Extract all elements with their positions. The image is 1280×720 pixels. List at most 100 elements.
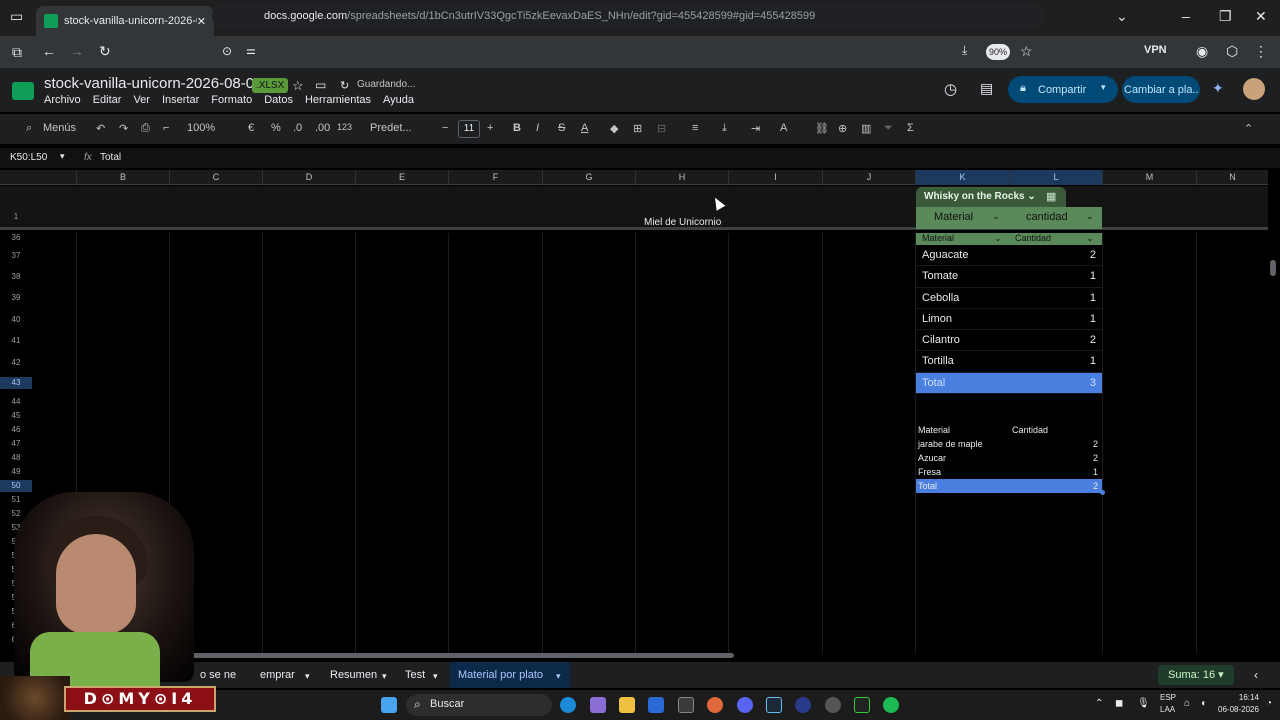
reload-icon[interactable]: ↻ bbox=[99, 43, 111, 60]
chip-dropdown-icon[interactable]: ⌄ bbox=[1027, 191, 1035, 202]
table-name-chip[interactable]: Whisky on the Rocks ⌄ bbox=[916, 187, 1066, 207]
row-header[interactable]: 46 bbox=[0, 425, 32, 434]
sheets-logo-icon[interactable] bbox=[12, 82, 34, 100]
col-dropdown-icon[interactable]: ⌄ bbox=[994, 233, 1002, 244]
number-format[interactable]: 123 bbox=[337, 122, 352, 132]
formula-input[interactable]: Total bbox=[100, 152, 121, 163]
tray-chevron-icon[interactable]: ⌃ bbox=[1095, 698, 1103, 709]
spotify-icon[interactable] bbox=[883, 697, 899, 713]
bold-icon[interactable]: B bbox=[513, 122, 521, 134]
workspace-icon[interactable]: ⧉ bbox=[12, 44, 22, 61]
move-folder-icon[interactable]: ▭ bbox=[315, 78, 326, 92]
tab-dropdown-icon[interactable]: ▾ bbox=[556, 671, 561, 682]
header-cantidad[interactable]: Cantidad bbox=[1015, 233, 1051, 243]
percent-format[interactable]: % bbox=[271, 122, 281, 134]
edge-icon[interactable] bbox=[560, 697, 576, 713]
table-row[interactable]: Cebolla 1 bbox=[916, 288, 1102, 309]
tray-app-icon[interactable]: ◼ bbox=[1115, 698, 1123, 709]
chart-icon[interactable]: ▥ bbox=[861, 122, 871, 135]
windows-start-icon[interactable] bbox=[381, 697, 397, 713]
header-material[interactable]: Material bbox=[918, 425, 950, 435]
close-window-icon[interactable]: ✕ bbox=[1255, 8, 1267, 25]
row-header[interactable]: 48 bbox=[0, 453, 32, 462]
table-options-icon[interactable]: ▦ bbox=[1046, 190, 1056, 203]
row-header[interactable]: 47 bbox=[0, 439, 32, 448]
column-header[interactable]: E bbox=[355, 170, 448, 185]
comment-icon[interactable]: ⊕ bbox=[838, 122, 847, 135]
profile-icon[interactable]: ◉ bbox=[1196, 43, 1208, 60]
menu-archivo[interactable]: Archivo bbox=[44, 94, 81, 106]
row-header[interactable]: 37 bbox=[0, 251, 32, 260]
menu-herramientas[interactable]: Herramientas bbox=[305, 94, 371, 106]
ea-icon[interactable] bbox=[795, 697, 811, 713]
filter-icon[interactable]: ⏷ bbox=[884, 122, 893, 135]
functions-icon[interactable]: Σ bbox=[907, 122, 914, 134]
column-header[interactable]: L bbox=[1009, 170, 1102, 185]
font-size-input[interactable]: 11 bbox=[458, 120, 480, 138]
merge-cells-icon[interactable]: ⊟ bbox=[657, 122, 666, 135]
col-dropdown-icon[interactable]: ⌄ bbox=[1086, 211, 1094, 222]
document-title[interactable]: stock-vanilla-unicorn-2026-08-05 bbox=[44, 75, 262, 92]
gemini-icon[interactable]: ✦ bbox=[1212, 80, 1224, 97]
download-icon[interactable]: ⤓ bbox=[962, 43, 967, 58]
sheet-tab[interactable]: emprar bbox=[260, 669, 295, 681]
increase-font-icon[interactable]: + bbox=[487, 122, 493, 134]
fill-handle[interactable] bbox=[1100, 490, 1105, 495]
align-horizontal-icon[interactable]: ≡ bbox=[692, 122, 698, 134]
table-row[interactable]: Cilantro 2 bbox=[916, 330, 1102, 352]
collapse-toolbar-icon[interactable]: ⌃ bbox=[1244, 122, 1253, 135]
print-icon[interactable]: ⎙ bbox=[141, 122, 150, 135]
clock[interactable]: 16:14 06-08-2026 bbox=[1218, 692, 1259, 716]
minimize-icon[interactable]: – bbox=[1182, 8, 1190, 24]
table-col-material[interactable]: Material bbox=[934, 211, 973, 223]
share-dropdown-icon[interactable]: ▾ bbox=[1101, 82, 1106, 93]
table-row[interactable]: jarabe de maple 2 bbox=[916, 437, 1102, 451]
column-header[interactable]: K bbox=[915, 170, 1009, 185]
file-explorer-icon[interactable] bbox=[619, 697, 635, 713]
column-header[interactable]: C bbox=[169, 170, 262, 185]
site-info-icon[interactable]: ⊙ bbox=[222, 44, 232, 58]
tab-actions-icon[interactable]: ▭ bbox=[10, 8, 23, 25]
undo-icon[interactable]: ↶ bbox=[96, 122, 105, 135]
extensions-icon[interactable]: ⬡ bbox=[1226, 43, 1238, 60]
row-header[interactable]: 36 bbox=[0, 233, 32, 242]
zoom-badge[interactable]: 90% bbox=[986, 44, 1010, 60]
align-vertical-icon[interactable]: ⤓ bbox=[722, 122, 727, 135]
history-icon[interactable]: ◷ bbox=[944, 80, 957, 98]
forward-icon[interactable]: → bbox=[70, 43, 84, 59]
menu-editar[interactable]: Editar bbox=[93, 94, 122, 106]
menu-datos[interactable]: Datos bbox=[264, 94, 293, 106]
tab-dropdown-icon[interactable]: ▾ bbox=[382, 671, 387, 682]
microphone-icon[interactable]: 🎙︎ bbox=[1137, 698, 1150, 709]
vpn-badge[interactable]: VPN bbox=[1144, 44, 1167, 56]
zoom-select[interactable]: 100% bbox=[187, 122, 215, 134]
menu-formato[interactable]: Formato bbox=[211, 94, 252, 106]
col-dropdown-icon[interactable]: ⌄ bbox=[992, 211, 1000, 222]
column-header[interactable]: J bbox=[822, 170, 915, 185]
volume-icon[interactable]: ◖ bbox=[1200, 698, 1206, 709]
col-dropdown-icon[interactable]: ⌄ bbox=[1086, 233, 1094, 244]
tab-search-icon[interactable]: ⌄ bbox=[1116, 8, 1128, 25]
steam-icon[interactable] bbox=[766, 697, 782, 713]
decrease-decimal[interactable]: .0 bbox=[293, 122, 302, 134]
row-header[interactable]: 45 bbox=[0, 411, 32, 420]
star-icon[interactable]: ☆ bbox=[292, 78, 304, 94]
copilot-icon[interactable] bbox=[590, 697, 606, 713]
row-header[interactable]: 43 bbox=[0, 377, 32, 389]
column-header[interactable]: B bbox=[76, 170, 169, 185]
header-cantidad[interactable]: Cantidad bbox=[1012, 425, 1048, 435]
tab-dropdown-icon[interactable]: ▾ bbox=[305, 671, 310, 682]
name-box-dropdown-icon[interactable]: ▾ bbox=[60, 151, 65, 162]
total-row-selected[interactable]: Total 2 bbox=[916, 479, 1102, 493]
taskbar-search[interactable]: Buscar bbox=[406, 694, 552, 716]
notifications-icon[interactable]: ◔ bbox=[1266, 698, 1272, 709]
borders-icon[interactable]: ⊞ bbox=[633, 122, 642, 135]
sheet-tab[interactable]: Test bbox=[405, 669, 425, 681]
table-row[interactable]: Tortilla 1 bbox=[916, 351, 1102, 373]
row-header[interactable]: 40 bbox=[0, 315, 32, 324]
column-header[interactable]: N bbox=[1196, 170, 1268, 185]
row-header[interactable]: 39 bbox=[0, 293, 32, 302]
row-header[interactable]: 50 bbox=[0, 480, 32, 492]
table-row[interactable]: Fresa 1 bbox=[916, 465, 1102, 479]
active-sheet-tab[interactable]: Material por plato ▾ bbox=[450, 662, 570, 688]
